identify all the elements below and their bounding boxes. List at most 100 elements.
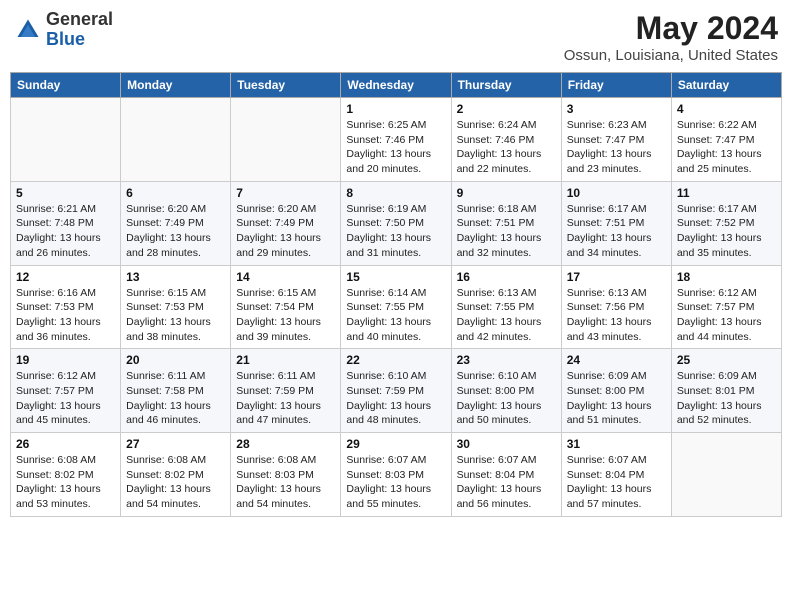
day-number: 15 <box>346 270 445 284</box>
day-info: Sunrise: 6:16 AMSunset: 7:53 PMDaylight:… <box>16 286 115 345</box>
calendar-cell <box>671 433 781 517</box>
calendar-week-1: 1 Sunrise: 6:25 AMSunset: 7:46 PMDaylight… <box>11 98 782 182</box>
calendar-cell <box>121 98 231 182</box>
calendar-cell: 8Sunrise: 6:19 AMSunset: 7:50 PMDaylight… <box>341 181 451 265</box>
weekday-header-row: SundayMondayTuesdayWednesdayThursdayFrid… <box>11 73 782 98</box>
location-subtitle: Ossun, Louisiana, United States <box>564 47 778 64</box>
day-number: 20 <box>126 353 225 367</box>
day-info: Sunrise: 6:08 AMSunset: 8:02 PMDaylight:… <box>126 453 225 512</box>
day-info: Sunrise: 6:12 AMSunset: 7:57 PMDaylight:… <box>16 369 115 428</box>
weekday-header-thursday: Thursday <box>451 73 561 98</box>
calendar-cell: 17 Sunrise: 6:13 AMSunset: 7:56 PMDayligh… <box>561 265 671 349</box>
day-number: 21 <box>236 353 335 367</box>
day-info: Sunrise: 6:17 AMSunset: 7:52 PMDaylight:… <box>677 202 776 261</box>
day-number: 23 <box>457 353 556 367</box>
day-info: Sunrise: 6:25 AMSunset: 7:46 PMDaylight:… <box>346 118 445 177</box>
calendar-cell: 23 Sunrise: 6:10 AMSunset: 8:00 PMDayligh… <box>451 349 561 433</box>
day-number: 5 <box>16 186 115 200</box>
day-number: 24 <box>567 353 666 367</box>
calendar-cell: 21 Sunrise: 6:11 AMSunset: 7:59 PMDayligh… <box>231 349 341 433</box>
month-year-title: May 2024 <box>564 10 778 47</box>
calendar-week-2: 5Sunrise: 6:21 AMSunset: 7:48 PMDaylight… <box>11 181 782 265</box>
day-info: Sunrise: 6:08 AMSunset: 8:02 PMDaylight:… <box>16 453 115 512</box>
day-info: Sunrise: 6:22 AMSunset: 7:47 PMDaylight:… <box>677 118 776 177</box>
day-info: Sunrise: 6:07 AMSunset: 8:04 PMDaylight:… <box>567 453 666 512</box>
weekday-header-monday: Monday <box>121 73 231 98</box>
weekday-header-friday: Friday <box>561 73 671 98</box>
day-info: Sunrise: 6:10 AMSunset: 8:00 PMDaylight:… <box>457 369 556 428</box>
calendar-cell: 9Sunrise: 6:18 AMSunset: 7:51 PMDaylight… <box>451 181 561 265</box>
calendar-cell: 4Sunrise: 6:22 AMSunset: 7:47 PMDaylight… <box>671 98 781 182</box>
calendar-cell <box>231 98 341 182</box>
day-number: 25 <box>677 353 776 367</box>
day-number: 22 <box>346 353 445 367</box>
calendar-cell: 11 Sunrise: 6:17 AMSunset: 7:52 PMDayligh… <box>671 181 781 265</box>
day-number: 13 <box>126 270 225 284</box>
calendar-cell: 14Sunrise: 6:15 AMSunset: 7:54 PMDayligh… <box>231 265 341 349</box>
weekday-header-tuesday: Tuesday <box>231 73 341 98</box>
day-number: 6 <box>126 186 225 200</box>
day-info: Sunrise: 6:10 AMSunset: 7:59 PMDaylight:… <box>346 369 445 428</box>
day-number: 2 <box>457 102 556 116</box>
day-info: Sunrise: 6:13 AMSunset: 7:56 PMDaylight:… <box>567 286 666 345</box>
weekday-header-wednesday: Wednesday <box>341 73 451 98</box>
day-info: Sunrise: 6:08 AMSunset: 8:03 PMDaylight:… <box>236 453 335 512</box>
logo-blue-text: Blue <box>46 29 85 49</box>
day-info: Sunrise: 6:24 AMSunset: 7:46 PMDaylight:… <box>457 118 556 177</box>
day-info: Sunrise: 6:12 AMSunset: 7:57 PMDaylight:… <box>677 286 776 345</box>
day-number: 17 <box>567 270 666 284</box>
calendar-cell: 27 Sunrise: 6:08 AMSunset: 8:02 PMDayligh… <box>121 433 231 517</box>
calendar-cell: 15 Sunrise: 6:14 AMSunset: 7:55 PMDayligh… <box>341 265 451 349</box>
calendar-cell: 20Sunrise: 6:11 AMSunset: 7:58 PMDayligh… <box>121 349 231 433</box>
day-info: Sunrise: 6:14 AMSunset: 7:55 PMDaylight:… <box>346 286 445 345</box>
calendar-cell: 16Sunrise: 6:13 AMSunset: 7:55 PMDayligh… <box>451 265 561 349</box>
calendar-table: SundayMondayTuesdayWednesdayThursdayFrid… <box>10 72 782 517</box>
day-number: 16 <box>457 270 556 284</box>
day-number: 31 <box>567 437 666 451</box>
day-info: Sunrise: 6:11 AMSunset: 7:59 PMDaylight:… <box>236 369 335 428</box>
calendar-cell: 7 Sunrise: 6:20 AMSunset: 7:49 PMDaylight… <box>231 181 341 265</box>
day-info: Sunrise: 6:19 AMSunset: 7:50 PMDaylight:… <box>346 202 445 261</box>
calendar-cell: 18 Sunrise: 6:12 AMSunset: 7:57 PMDayligh… <box>671 265 781 349</box>
day-info: Sunrise: 6:17 AMSunset: 7:51 PMDaylight:… <box>567 202 666 261</box>
day-number: 12 <box>16 270 115 284</box>
logo-general-text: General <box>46 9 113 29</box>
logo: General Blue <box>14 10 113 50</box>
page-header: General Blue May 2024 Ossun, Louisiana, … <box>10 10 782 64</box>
day-number: 3 <box>567 102 666 116</box>
calendar-cell: 2 Sunrise: 6:24 AMSunset: 7:46 PMDaylight… <box>451 98 561 182</box>
calendar-cell: 13 Sunrise: 6:15 AMSunset: 7:53 PMDayligh… <box>121 265 231 349</box>
title-block: May 2024 Ossun, Louisiana, United States <box>564 10 778 64</box>
day-number: 11 <box>677 186 776 200</box>
day-number: 18 <box>677 270 776 284</box>
calendar-cell: 6Sunrise: 6:20 AMSunset: 7:49 PMDaylight… <box>121 181 231 265</box>
day-number: 9 <box>457 186 556 200</box>
calendar-cell <box>11 98 121 182</box>
calendar-week-4: 19Sunrise: 6:12 AMSunset: 7:57 PMDayligh… <box>11 349 782 433</box>
day-number: 1 <box>346 102 445 116</box>
day-number: 14 <box>236 270 335 284</box>
calendar-cell: 19Sunrise: 6:12 AMSunset: 7:57 PMDayligh… <box>11 349 121 433</box>
day-info: Sunrise: 6:15 AMSunset: 7:53 PMDaylight:… <box>126 286 225 345</box>
calendar-cell: 25Sunrise: 6:09 AMSunset: 8:01 PMDayligh… <box>671 349 781 433</box>
day-info: Sunrise: 6:20 AMSunset: 7:49 PMDaylight:… <box>236 202 335 261</box>
day-info: Sunrise: 6:07 AMSunset: 8:04 PMDaylight:… <box>457 453 556 512</box>
calendar-cell: 26 Sunrise: 6:08 AMSunset: 8:02 PMDayligh… <box>11 433 121 517</box>
day-number: 27 <box>126 437 225 451</box>
day-info: Sunrise: 6:23 AMSunset: 7:47 PMDaylight:… <box>567 118 666 177</box>
day-number: 26 <box>16 437 115 451</box>
calendar-week-3: 12 Sunrise: 6:16 AMSunset: 7:53 PMDayligh… <box>11 265 782 349</box>
day-number: 30 <box>457 437 556 451</box>
day-number: 10 <box>567 186 666 200</box>
calendar-cell: 29 Sunrise: 6:07 AMSunset: 8:03 PMDayligh… <box>341 433 451 517</box>
calendar-cell: 24 Sunrise: 6:09 AMSunset: 8:00 PMDayligh… <box>561 349 671 433</box>
day-number: 7 <box>236 186 335 200</box>
calendar-cell: 28Sunrise: 6:08 AMSunset: 8:03 PMDayligh… <box>231 433 341 517</box>
calendar-cell: 22 Sunrise: 6:10 AMSunset: 7:59 PMDayligh… <box>341 349 451 433</box>
day-info: Sunrise: 6:09 AMSunset: 8:00 PMDaylight:… <box>567 369 666 428</box>
calendar-cell: 31 Sunrise: 6:07 AMSunset: 8:04 PMDayligh… <box>561 433 671 517</box>
weekday-header-saturday: Saturday <box>671 73 781 98</box>
day-number: 29 <box>346 437 445 451</box>
calendar-cell: 1 Sunrise: 6:25 AMSunset: 7:46 PMDaylight… <box>341 98 451 182</box>
day-info: Sunrise: 6:07 AMSunset: 8:03 PMDaylight:… <box>346 453 445 512</box>
